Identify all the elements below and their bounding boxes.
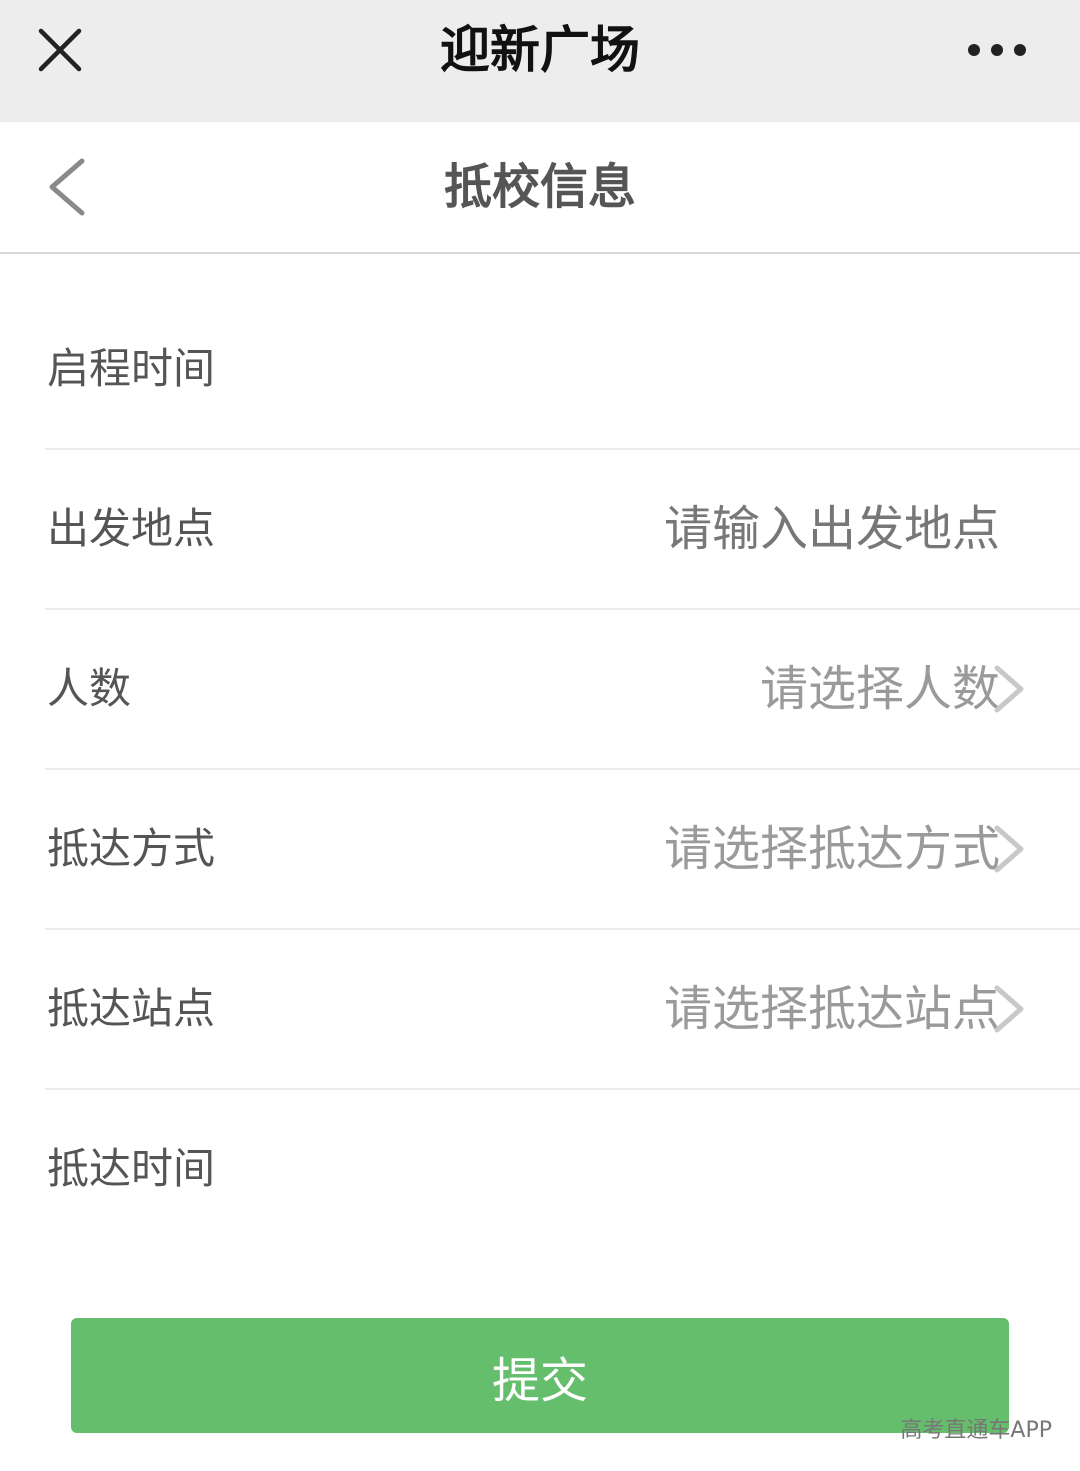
departure-place-input[interactable] [500,499,1000,559]
departure-place-row: 出发地点 [45,450,1080,610]
more-dots-icon [968,44,1026,56]
arrival-method-row[interactable]: 抵达方式 请选择抵达方式 [45,770,1080,930]
page-title: 抵校信息 [443,159,636,215]
submit-button[interactable]: 提交 [71,1318,1009,1433]
chevron-right-icon [990,982,1030,1036]
chevron-right-icon [990,662,1030,716]
arrival-station-row[interactable]: 抵达站点 请选择抵达站点 [45,930,1080,1090]
page-header: 抵校信息 [0,122,1080,254]
arrival-station-label: 抵达站点 [47,984,216,1033]
arrival-time-row[interactable]: 抵达时间 [45,1090,1080,1248]
chevron-right-icon [990,822,1030,876]
arrival-info-form: 启程时间 出发地点 人数 请选择人数 抵达方式 请选择抵达方式 抵达站点 请选择… [0,290,1080,1248]
departure-place-label: 出发地点 [47,504,216,553]
departure-time-label: 启程时间 [47,344,216,393]
watermark: 高考直通车APP [900,1418,1052,1443]
people-count-label: 人数 [47,664,132,713]
people-count-row[interactable]: 人数 请选择人数 [45,610,1080,770]
arrival-time-label: 抵达时间 [47,1144,216,1193]
more-button[interactable] [962,30,1032,70]
arrival-method-select[interactable]: 请选择抵达方式 [664,819,1000,879]
departure-time-row[interactable]: 启程时间 [45,290,1080,450]
top-nav-bar: 迎新广场 [0,0,1080,122]
app-title: 迎新广场 [440,21,640,79]
arrival-station-select[interactable]: 请选择抵达站点 [664,979,1000,1039]
arrival-method-label: 抵达方式 [47,824,216,873]
people-count-select[interactable]: 请选择人数 [760,659,1000,719]
